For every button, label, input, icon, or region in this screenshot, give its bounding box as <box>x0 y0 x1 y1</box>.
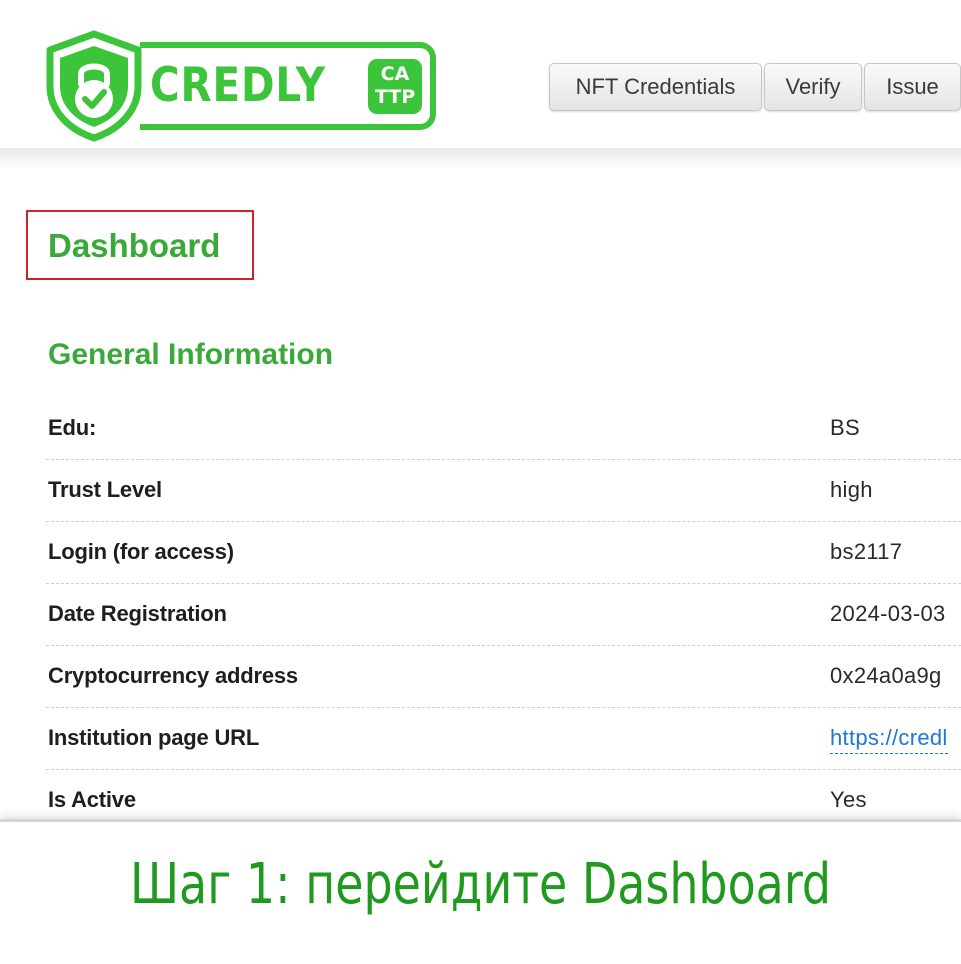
info-label: Edu: <box>48 415 97 440</box>
site-header: CREDLY CA TTP NFT Credentials Verify Iss… <box>0 0 961 152</box>
info-label: Is Active <box>48 787 136 812</box>
info-value: bs2117 <box>830 539 903 564</box>
credly-logo[interactable]: CREDLY CA TTP <box>44 30 436 142</box>
nav-issue-button[interactable]: Issue <box>864 63 961 111</box>
info-row-trust-level: Trust Level high <box>46 460 961 522</box>
nav-nft-credentials-button[interactable]: NFT Credentials <box>549 63 762 111</box>
info-row-edu: Edu: BS <box>46 398 961 460</box>
page-title[interactable]: Dashboard <box>48 227 220 265</box>
logo-badge-line1: CA <box>380 63 410 85</box>
dashboard-highlight-box: Dashboard <box>26 210 254 280</box>
info-value: Yes <box>830 787 867 812</box>
institution-url-link[interactable]: https://credl <box>830 725 948 754</box>
info-row-crypto-address: Cryptocurrency address 0x24a0a9g <box>46 646 961 708</box>
section-title-general-information: General Information <box>48 338 334 371</box>
header-divider <box>0 148 961 170</box>
info-value: BS <box>830 415 860 440</box>
info-label: Login (for access) <box>48 539 234 564</box>
shield-check-icon <box>46 30 142 142</box>
info-value: high <box>830 477 873 502</box>
logo-badge-line2: TTP <box>374 86 416 108</box>
logo-wordmark: CREDLY <box>150 58 326 113</box>
step-caption-text: Шаг 1: перейдите Dashboard <box>129 852 832 917</box>
info-label: Date Registration <box>48 601 227 626</box>
step-caption-banner: Шаг 1: перейдите Dashboard <box>0 819 961 964</box>
info-label: Cryptocurrency address <box>48 663 298 688</box>
logo-badge: CA TTP <box>368 59 422 114</box>
general-info-table: Edu: BS Trust Level high Login (for acce… <box>46 398 961 832</box>
info-row-institution-url: Institution page URL https://credl <box>46 708 961 770</box>
info-label: Trust Level <box>48 477 162 502</box>
info-row-login: Login (for access) bs2117 <box>46 522 961 584</box>
info-value: 2024-03-03 <box>830 601 946 626</box>
info-value: 0x24a0a9g <box>830 663 942 688</box>
info-row-date-registration: Date Registration 2024-03-03 <box>46 584 961 646</box>
logo-wordmark-frame: CREDLY CA TTP <box>140 42 436 130</box>
nav-verify-button[interactable]: Verify <box>764 63 862 111</box>
info-label: Institution page URL <box>48 725 260 750</box>
